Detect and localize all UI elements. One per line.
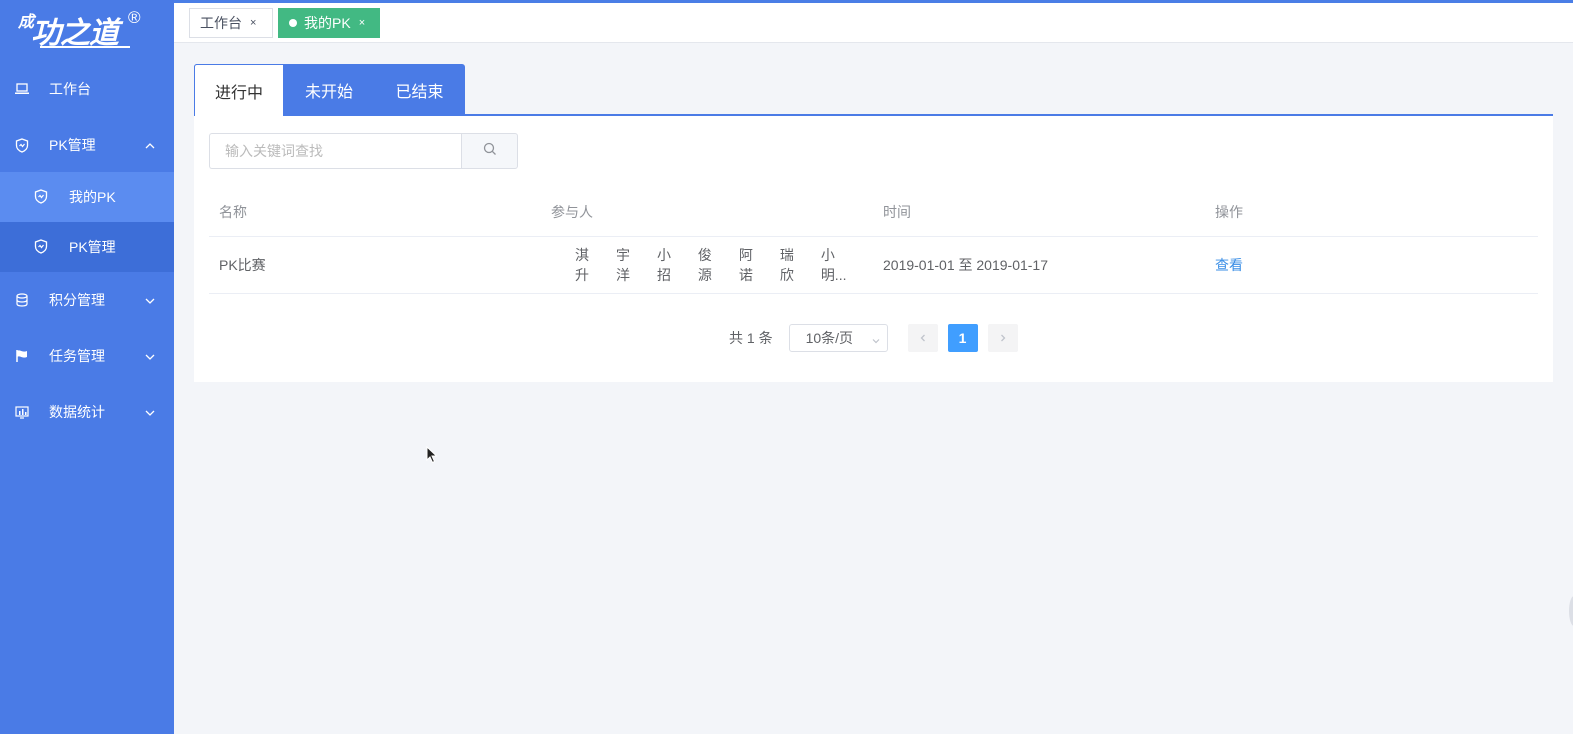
page-size-value: 10条/页 — [805, 330, 854, 346]
participant: 俊源 — [697, 247, 712, 283]
page-tab-label: 工作台 — [200, 15, 242, 31]
column-header-name: 名称 — [219, 203, 247, 220]
chart-icon — [14, 404, 30, 420]
column-header-participants: 参与人 — [551, 203, 593, 220]
page-tab-workbench[interactable]: 工作台 × — [189, 8, 273, 38]
sidebar-item-workbench[interactable]: 工作台 — [0, 61, 174, 117]
search-bar — [209, 133, 518, 169]
active-dot-icon — [289, 19, 297, 27]
flag-icon — [14, 348, 30, 364]
main-panel: 进行中 未开始 已结束 名称 参与人 时间 操作 PK比赛 淇升 宇洋 小招 — [194, 64, 1553, 382]
chevron-down-icon — [144, 294, 156, 306]
participant: 淇升 — [575, 247, 589, 283]
row-name: PK比赛 — [219, 257, 266, 273]
search-input[interactable] — [209, 133, 461, 169]
registered-mark: ® — [128, 8, 141, 27]
participant: 宇洋 — [615, 247, 630, 283]
shield-icon — [34, 239, 50, 255]
sidebar-item-label: 积分管理 — [49, 292, 105, 308]
shield-icon — [34, 189, 50, 205]
view-link[interactable]: 查看 — [1215, 255, 1243, 275]
search-button[interactable] — [461, 133, 518, 169]
column-header-action: 操作 — [1215, 203, 1243, 220]
pagination: 共 1 条 10条/页 1 — [729, 324, 1028, 352]
shield-icon — [14, 137, 30, 153]
participant: 小招 — [656, 247, 671, 283]
page-size-select[interactable]: 10条/页 — [788, 324, 888, 352]
sidebar-item-task-management[interactable]: 任务管理 — [0, 328, 174, 384]
logo: 成功之道 ® — [18, 8, 158, 52]
row-participants: 淇升 宇洋 小招 俊源 阿诺 瑞欣 小明... — [541, 237, 873, 293]
table-row: PK比赛 淇升 宇洋 小招 俊源 阿诺 瑞欣 小明... 2019-01-01 … — [209, 237, 1538, 294]
tab-finished[interactable]: 已结束 — [374, 64, 465, 116]
sidebar-item-data-statistics[interactable]: 数据统计 — [0, 384, 174, 440]
sidebar-item-label: PK管理 — [49, 137, 96, 153]
page-number-button[interactable]: 1 — [947, 324, 978, 352]
row-action: 查看 — [1205, 237, 1538, 293]
sidebar-item-points-management[interactable]: 积分管理 — [0, 272, 174, 328]
chevron-left-icon — [918, 330, 928, 346]
chevron-down-icon — [871, 333, 881, 349]
scroll-handle[interactable] — [1569, 596, 1573, 626]
sidebar-item-label: 我的PK — [69, 189, 116, 205]
sidebar-item-label: 任务管理 — [49, 348, 105, 364]
sidebar-item-label: PK管理 — [69, 239, 116, 255]
row-time: 2019-01-01 至 2019-01-17 — [883, 257, 1049, 273]
chevron-down-icon — [144, 406, 156, 418]
prev-page-button[interactable] — [907, 324, 938, 352]
sidebar-item-label: 工作台 — [49, 81, 91, 97]
tab-in-progress[interactable]: 进行中 — [194, 64, 284, 116]
sidebar-subitem-my-pk[interactable]: 我的PK — [0, 172, 174, 222]
search-icon — [483, 142, 497, 161]
next-page-button[interactable] — [987, 324, 1018, 352]
close-icon[interactable]: × — [359, 17, 365, 29]
logo-underline — [40, 46, 130, 48]
tab-not-started[interactable]: 未开始 — [284, 64, 374, 116]
page-tab-bar: 工作台 × 我的PK × — [174, 3, 1573, 43]
sidebar-subitem-pk-management[interactable]: PK管理 — [0, 222, 174, 272]
sidebar-item-label: 数据统计 — [49, 404, 105, 420]
pk-table: 名称 参与人 时间 操作 PK比赛 淇升 宇洋 小招 俊源 阿诺 瑞欣 小明..… — [209, 187, 1538, 294]
status-tab-group: 进行中 未开始 已结束 — [194, 64, 465, 116]
chevron-right-icon — [998, 330, 1008, 346]
participant: 瑞欣 — [779, 247, 794, 283]
sidebar-item-pk-management[interactable]: PK管理 — [0, 117, 174, 173]
chevron-down-icon — [144, 350, 156, 362]
chevron-up-icon — [144, 139, 156, 151]
database-icon — [14, 292, 30, 308]
status-tabs: 进行中 未开始 已结束 — [194, 64, 1553, 116]
table-header: 名称 参与人 时间 操作 — [209, 187, 1538, 237]
pagination-total: 共 1 条 — [729, 330, 773, 346]
sidebar: 成功之道 ® 工作台 PK管理 我的PK PK管理 积分管理 任务管理 数据统计 — [0, 0, 174, 734]
participant: 小明... — [820, 247, 847, 283]
column-header-time: 时间 — [883, 203, 911, 220]
page-tab-my-pk[interactable]: 我的PK × — [278, 8, 380, 38]
mouse-cursor-icon — [426, 445, 438, 469]
close-icon[interactable]: × — [250, 17, 256, 29]
laptop-icon — [14, 81, 30, 97]
page-tab-label: 我的PK — [304, 15, 351, 31]
participant: 阿诺 — [738, 247, 753, 283]
